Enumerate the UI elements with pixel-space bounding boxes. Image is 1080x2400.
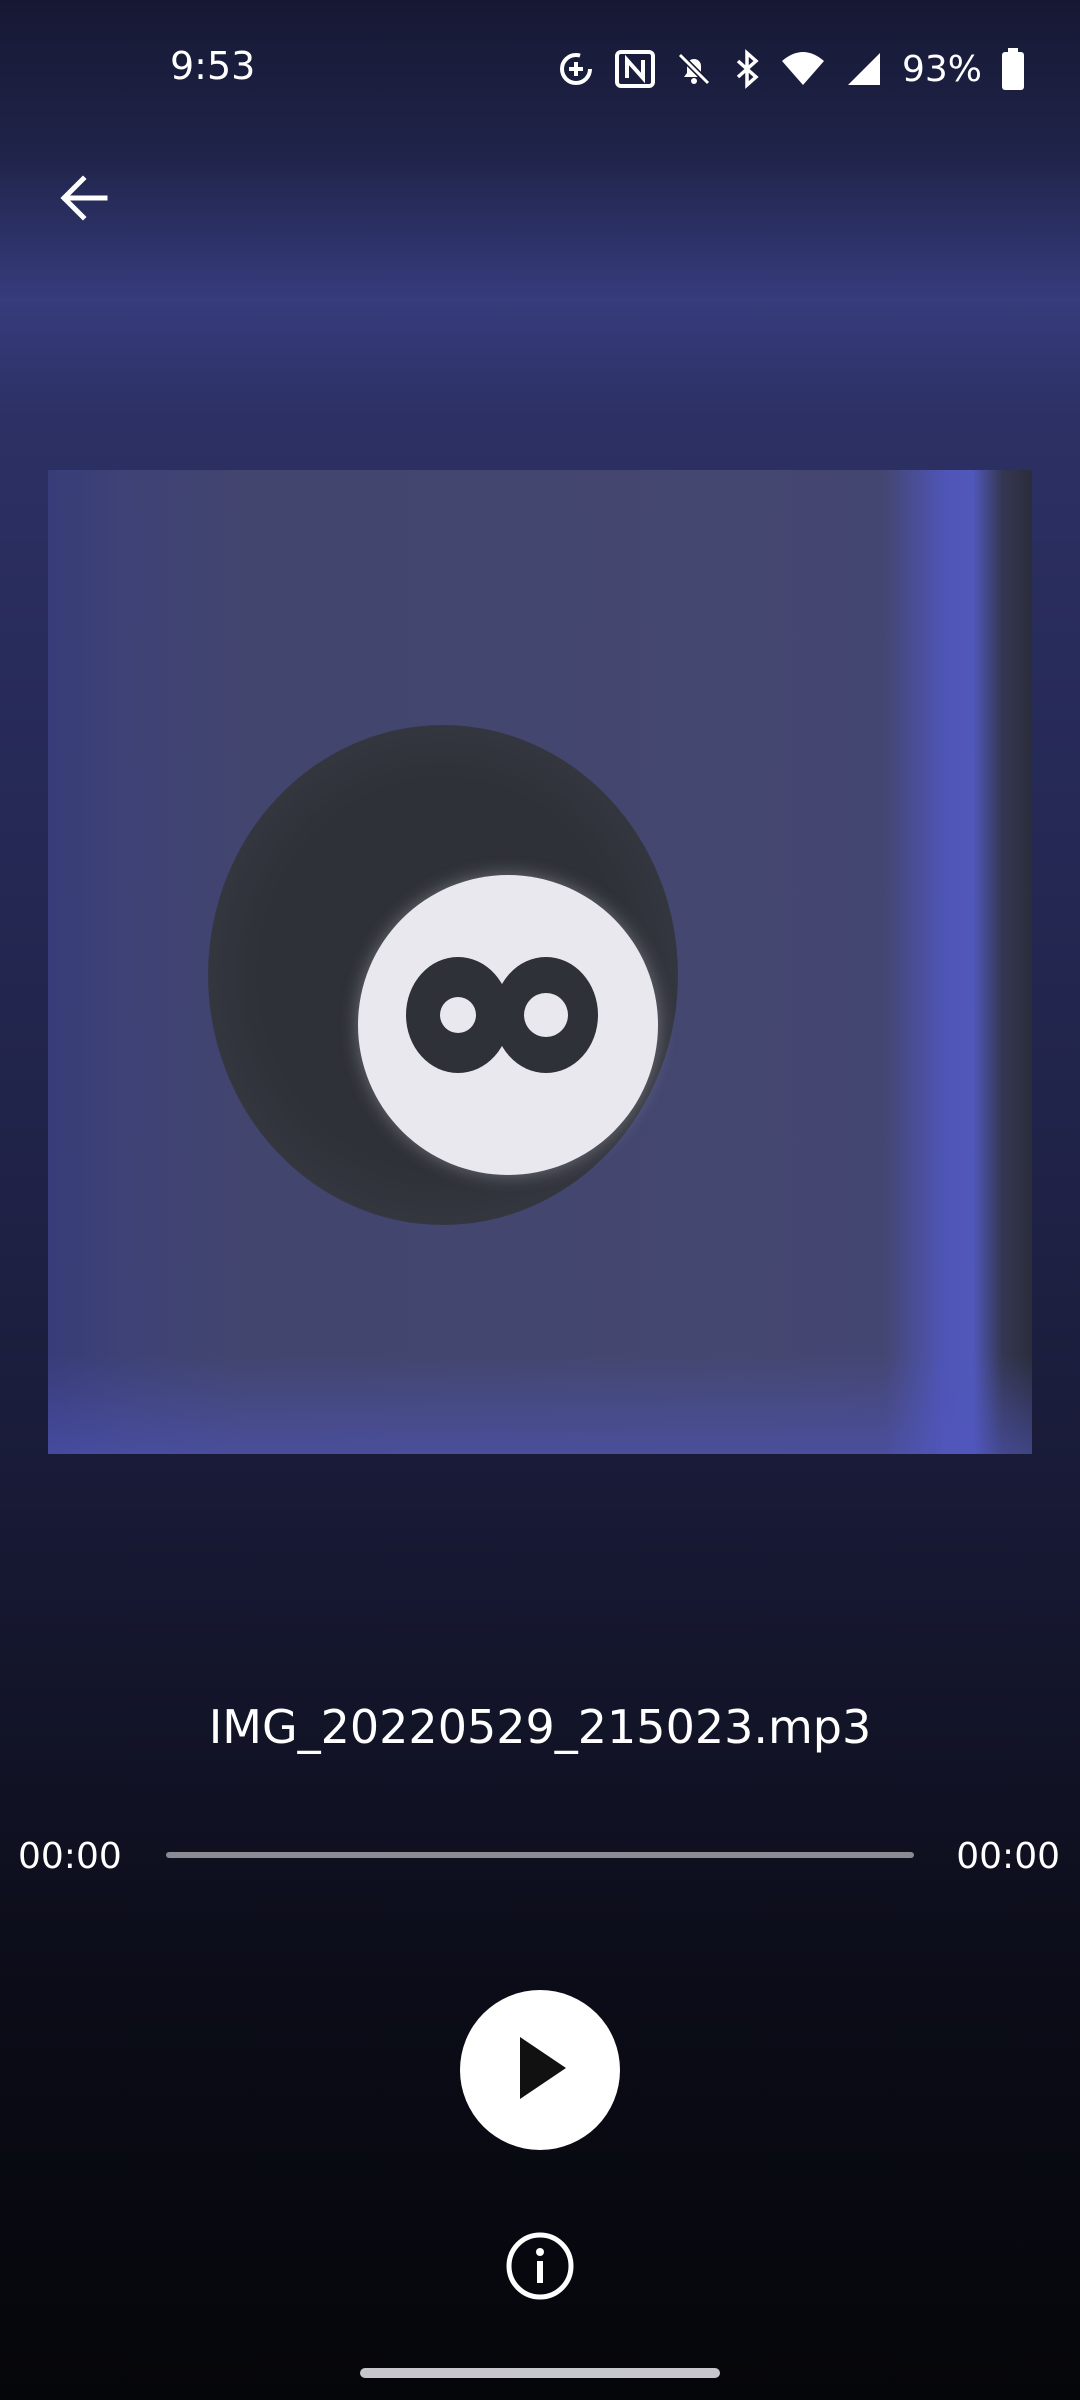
seek-bar[interactable]: [166, 1852, 914, 1858]
arrow-back-icon: [57, 171, 111, 230]
total-time: 00:00: [956, 1836, 1060, 1877]
info-button[interactable]: [502, 2230, 578, 2306]
play-icon: [510, 2033, 570, 2108]
back-button[interactable]: [44, 160, 124, 240]
status-icons: 93%: [556, 44, 1026, 94]
status-time: 9:53: [170, 44, 256, 88]
artwork-glow: [48, 1354, 1032, 1454]
status-bar: 9:53 93%: [0, 0, 1080, 130]
album-artwork: [48, 470, 1032, 1454]
wifi-icon: [780, 49, 826, 89]
battery-icon: [1000, 48, 1026, 90]
info-icon: [504, 2230, 576, 2307]
cell-signal-icon: [844, 49, 884, 89]
artwork-infinity-icon: [396, 935, 598, 1095]
bluetooth-icon: [732, 49, 762, 89]
play-button[interactable]: [460, 1990, 620, 2150]
gesture-nav-handle[interactable]: [360, 2368, 720, 2378]
track-title: IMG_20220529_215023.mp3: [208, 1700, 872, 1754]
notifications-off-icon: [674, 49, 714, 89]
data-saver-icon: [556, 49, 596, 89]
battery-percent: 93%: [901, 48, 982, 90]
nfc-icon: [614, 49, 656, 89]
current-time: 00:00: [18, 1836, 122, 1877]
